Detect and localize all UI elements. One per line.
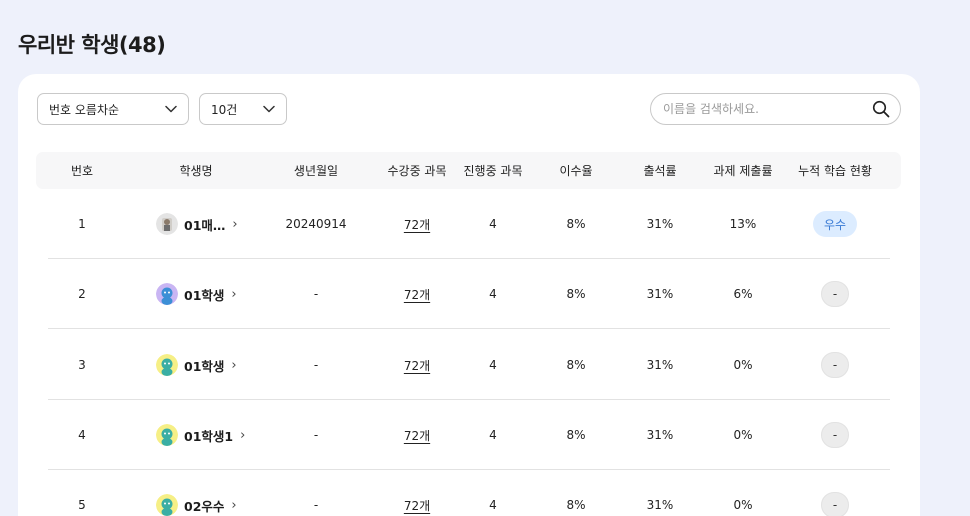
- student-name-link[interactable]: 01학생1 ›: [146, 400, 266, 470]
- chevron-down-icon: [262, 102, 276, 116]
- header-learning-status: 누적 학습 현황: [798, 164, 872, 178]
- page-size-value: 10건: [211, 102, 238, 117]
- status-badge: -: [821, 352, 849, 378]
- status-badge: -: [821, 281, 849, 307]
- birth-date: -: [313, 498, 319, 512]
- enrolled-courses-link[interactable]: 72개: [404, 497, 430, 514]
- chevron-right-icon: ›: [231, 497, 237, 513]
- status-badge: -: [821, 422, 849, 448]
- avatar: [156, 213, 178, 235]
- chevron-right-icon: ›: [232, 216, 238, 232]
- birth-date: -: [313, 428, 319, 442]
- table-row: 1 01매… › 20240914 72개 4 8% 31% 13% 우수: [36, 189, 901, 259]
- student-name-link[interactable]: 02우수 ›: [146, 470, 266, 516]
- table-row: 2 01학생 › - 72개 4 8% 31% 6% -: [36, 259, 901, 329]
- chevron-right-icon: ›: [240, 427, 246, 443]
- status-badge: 우수: [813, 211, 857, 237]
- row-number: 3: [78, 358, 86, 372]
- student-name: 01학생: [184, 287, 225, 303]
- avatar: [156, 283, 178, 305]
- learning-status-cell: -: [771, 470, 899, 516]
- birth-date: -: [313, 287, 319, 301]
- search-icon[interactable]: [870, 98, 892, 120]
- table-row: 3 01학생 › - 72개 4 8% 31% 0% -: [36, 330, 901, 400]
- page-size-select[interactable]: 10건: [199, 93, 287, 125]
- learning-status-cell: 우수: [771, 189, 899, 259]
- student-name: 02우수: [184, 498, 225, 514]
- table-row: 4 01학생1 › - 72개 4 8% 31% 0% -: [36, 400, 901, 470]
- birth-date: 20240914: [285, 217, 347, 231]
- header-student-name: 학생명: [179, 164, 213, 178]
- enrolled-courses-link[interactable]: 72개: [404, 357, 430, 374]
- student-name-link[interactable]: 01학생 ›: [146, 330, 266, 400]
- status-badge: -: [821, 492, 849, 516]
- search-box: [650, 93, 901, 125]
- table-row: 5 02우수 › - 72개 4 8% 31% 0% -: [36, 470, 901, 516]
- avatar: [156, 354, 178, 376]
- chevron-right-icon: ›: [231, 357, 237, 373]
- avatar: [156, 424, 178, 446]
- row-divider: [48, 328, 890, 329]
- page-title: 우리반 학생(48): [18, 33, 166, 57]
- enrolled-courses-link[interactable]: 72개: [404, 216, 430, 233]
- sort-order-value: 번호 오름차순: [49, 102, 120, 117]
- learning-status-cell: -: [771, 259, 899, 329]
- student-name: 01학생: [184, 358, 225, 374]
- student-name: 01매…: [184, 217, 226, 233]
- learning-status-cell: -: [771, 400, 899, 470]
- student-name: 01학생1: [184, 428, 234, 444]
- row-number: 4: [78, 428, 86, 442]
- student-name-link[interactable]: 01학생 ›: [146, 259, 266, 329]
- row-number: 5: [78, 498, 86, 512]
- enrolled-courses-link[interactable]: 72개: [404, 286, 430, 303]
- student-list-card: 번호 오름차순 10건 번호 학생명 생년월일 수강중 과목 진행중 과목 이수…: [18, 74, 920, 516]
- row-number: 2: [78, 287, 86, 301]
- header-number: 번호: [70, 164, 94, 178]
- chevron-down-icon: [164, 102, 178, 116]
- header-birth-date: 생년월일: [293, 164, 339, 178]
- avatar: [156, 494, 178, 516]
- sort-order-select[interactable]: 번호 오름차순: [37, 93, 189, 125]
- search-input[interactable]: [663, 102, 870, 116]
- learning-status-cell: -: [771, 330, 899, 400]
- birth-date: -: [313, 358, 319, 372]
- student-name-link[interactable]: 01매… ›: [146, 189, 266, 259]
- row-number: 1: [78, 217, 86, 231]
- enrolled-courses-link[interactable]: 72개: [404, 427, 430, 444]
- chevron-right-icon: ›: [231, 286, 237, 302]
- table-header: 번호 학생명 생년월일 수강중 과목 진행중 과목 이수율 출석률 과제 제출률…: [36, 152, 901, 189]
